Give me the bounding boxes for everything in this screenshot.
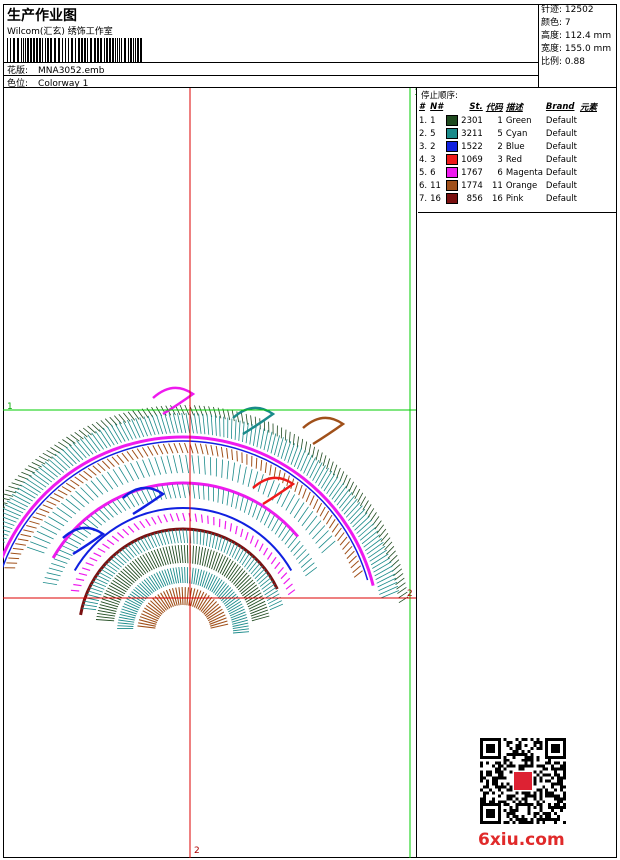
table-row: 5. 6 1767 6 Magenta Default (419, 167, 577, 178)
color-sequence-table: # N# St. 代码 描述 Brand 元素 1. 1 2301 1 Green Def… (419, 101, 600, 205)
table-row: 6. 11 1774 11 Orange Default (419, 180, 577, 191)
header: 生产作业图 Wilcom(汇玄) 绣饰工作室 花版: MNA3052.emb 色位… (3, 4, 617, 89)
seal-stamp-icon (514, 772, 532, 790)
stats-list: 针迹: 12502 颜色: 7 高度: 112.4 mm 宽度: 155.0 m… (541, 4, 617, 69)
qr-code (480, 738, 566, 824)
table-row: 7. 16 856 16 Pink Default (419, 193, 577, 204)
stat-width: 宽度: 155.0 mm (541, 44, 612, 54)
color-swatch (446, 180, 459, 191)
color-swatch (446, 193, 459, 204)
color-swatch (446, 115, 459, 126)
studio-name: Wilcom(汇玄) 绣饰工作室 (7, 27, 113, 37)
header-left: 生产作业图 Wilcom(汇玄) 绣饰工作室 花版: MNA3052.emb 色位… (3, 4, 539, 89)
table-row: 2. 5 3211 5 Cyan Default (419, 128, 577, 139)
barcode (7, 38, 142, 62)
table-row: 4. 3 1069 3 Red Default (419, 154, 577, 165)
table-row: 1. 1 2301 1 Green Default (419, 115, 577, 126)
guide-label-red-h: 2 (407, 589, 413, 599)
table-header: # N# St. 代码 描述 Brand 元素 (419, 102, 597, 113)
stat-scale: 比例: 0.88 (541, 57, 585, 67)
embroidery-preview (3, 88, 416, 858)
color-swatch (446, 128, 459, 139)
guide-label-red-v: 2 (194, 846, 200, 856)
color-swatch (446, 154, 459, 165)
table-row: 3. 2 1522 2 Blue Default (419, 141, 577, 152)
embroidery-artwork (3, 386, 409, 634)
stat-stitches: 针迹: 12502 (541, 5, 594, 15)
page-title: 生产作业图 (7, 8, 77, 24)
color-swatch (446, 141, 459, 152)
color-swatch (446, 167, 459, 178)
guide-label-green-h: 1 (7, 402, 13, 412)
guide-label-green-v: 1 (414, 88, 416, 98)
stat-height: 高度: 112.4 mm (541, 31, 612, 41)
stat-colors: 颜色: 7 (541, 18, 571, 28)
watermark-logo: 6xiu.com (478, 830, 565, 850)
color-sequence-panel: 停止顺序: # N# St. 代码 描述 Brand 元素 1. 1 2301 1 Gr… (418, 88, 617, 213)
design-canvas: 1 1 2 2 (3, 88, 417, 858)
color-sequence-heading: 停止顺序: (421, 91, 458, 101)
